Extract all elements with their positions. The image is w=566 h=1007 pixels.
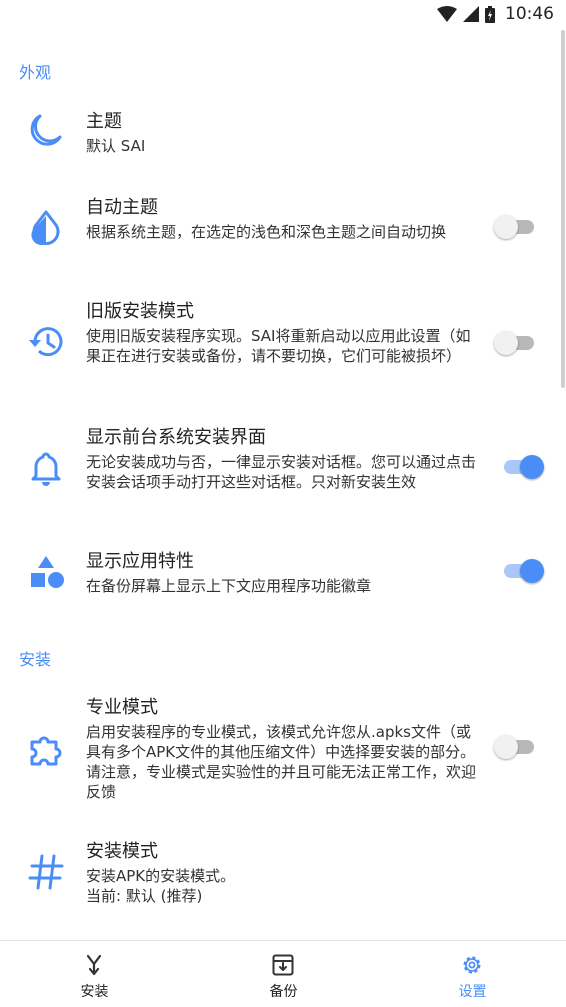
auto-theme-switch[interactable]	[494, 214, 538, 240]
pref-legacy-install-title: 旧版安装模式	[86, 301, 194, 322]
show-installer-switch[interactable]	[500, 454, 544, 480]
status-bar: 10:46	[0, 0, 566, 30]
nav-backup-label: 备份	[269, 984, 298, 1000]
pref-app-features-title: 显示应用特性	[86, 551, 194, 572]
pref-legacy-install[interactable]: 旧版安装模式 使用旧版安装程序实现。SAI将重新启动以应用此设置（如果正在进行安…	[0, 296, 566, 396]
pref-show-installer-summary: 无论安装成功与否，一律显示安装对话框。您可以通过点击安装会话项手动打开这些对话框…	[86, 453, 477, 491]
pref-show-installer-title: 显示前台系统安装界面	[86, 427, 266, 448]
nav-settings-label: 设置	[458, 984, 487, 1000]
backup-icon	[272, 954, 294, 976]
pref-pro-mode[interactable]: 专业模式 启用安装程序的专业模式，该模式允许您从.apks文件（或具有多个APK…	[0, 696, 566, 806]
pro-mode-switch[interactable]	[494, 734, 538, 760]
legacy-install-switch[interactable]	[494, 330, 538, 356]
pref-auto-theme-title: 自动主题	[86, 197, 158, 218]
bottom-navigation: 安装 备份 设置	[0, 940, 566, 1007]
pref-legacy-install-summary: 使用旧版安装程序实现。SAI将重新启动以应用此设置（如果正在进行安装或备份，请不…	[86, 327, 471, 365]
pref-install-mode-title: 安装模式	[86, 841, 158, 862]
pref-install-mode-summary: 安装APK的安装模式。 当前: 默认 (推荐)	[86, 867, 236, 905]
cell-signal-icon	[463, 6, 479, 22]
pref-auto-theme-summary: 根据系统主题，在选定的浅色和深色主题之间自动切换	[86, 223, 447, 241]
pref-install-mode[interactable]: 安装模式 安装APK的安装模式。 当前: 默认 (推荐)	[0, 840, 566, 910]
pref-theme-title: 主题	[86, 111, 122, 132]
pref-pro-mode-summary: 启用安装程序的专业模式，该模式允许您从.apks文件（或具有多个APK文件的其他…	[86, 723, 477, 801]
shapes-icon	[31, 556, 64, 588]
battery-icon	[485, 5, 495, 23]
puzzle-icon	[30, 736, 62, 766]
section-header-appearance: 外观	[19, 63, 52, 82]
settings-icon	[463, 956, 481, 974]
pref-app-features[interactable]: 显示应用特性 在备份屏幕上显示上下文应用程序功能徽章	[0, 548, 566, 608]
pref-show-installer[interactable]: 显示前台系统安装界面 无论安装成功与否，一律显示安装对话框。您可以通过点击安装会…	[0, 424, 566, 524]
pref-theme[interactable]: 主题 默认 SAI	[0, 100, 566, 178]
nav-install[interactable]: 安装	[0, 941, 189, 1007]
wifi-icon	[437, 6, 457, 22]
bell-icon	[31, 452, 61, 486]
nav-settings[interactable]: 设置	[378, 941, 566, 1007]
history-icon	[29, 327, 63, 357]
moon-icon	[30, 114, 62, 146]
nav-install-label: 安装	[80, 984, 109, 1000]
app-features-switch[interactable]	[500, 558, 544, 584]
section-header-install: 安装	[19, 650, 52, 669]
status-time: 10:46	[505, 4, 554, 24]
hash-icon	[28, 854, 64, 890]
nav-backup[interactable]: 备份	[189, 941, 378, 1007]
water-drop-icon	[31, 210, 60, 246]
pref-pro-mode-title: 专业模式	[86, 697, 158, 718]
pref-auto-theme[interactable]: 自动主题 根据系统主题，在选定的浅色和深色主题之间自动切换	[0, 188, 566, 278]
install-icon	[86, 954, 102, 976]
pref-theme-summary: 默认 SAI	[86, 137, 146, 155]
pref-app-features-summary: 在备份屏幕上显示上下文应用程序功能徽章	[86, 577, 372, 595]
